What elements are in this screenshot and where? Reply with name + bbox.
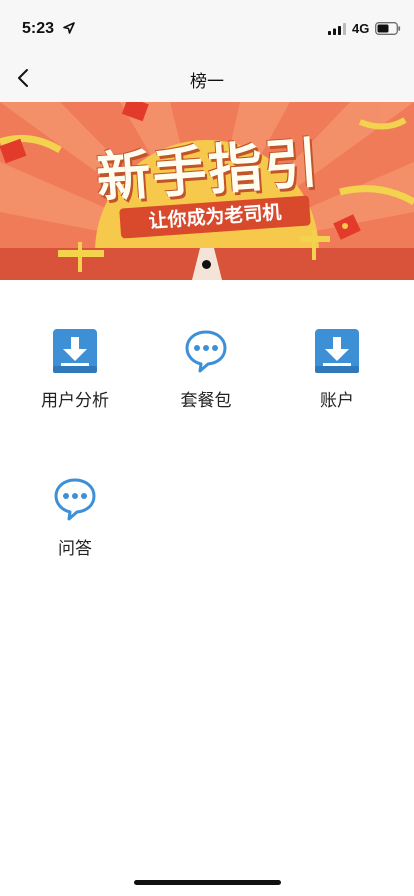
download-icon — [315, 329, 359, 373]
page-title: 榜一 — [190, 72, 224, 92]
location-arrow-icon — [63, 22, 75, 34]
menu-item-label: 用户分析 — [41, 391, 109, 411]
status-time: 5:23 — [22, 20, 55, 37]
battery-icon — [375, 22, 401, 35]
menu-item-account[interactable]: 账户 — [272, 328, 402, 428]
nav-bar: 榜一 — [0, 54, 414, 102]
home-indicator[interactable] — [134, 880, 281, 885]
carousel-page-indicator[interactable] — [202, 260, 211, 269]
menu-item-label: 问答 — [58, 539, 92, 559]
signal-bars-icon — [328, 23, 346, 35]
network-type: 4G — [352, 21, 370, 36]
download-icon — [53, 329, 97, 373]
chat-bubble-icon — [54, 478, 96, 521]
chat-bubble-icon — [185, 330, 227, 373]
menu-item-user-analysis[interactable]: 用户分析 — [10, 328, 140, 428]
menu-item-label: 套餐包 — [180, 391, 232, 411]
menu-item-label: 账户 — [320, 391, 354, 411]
status-bar: 5:23 4G — [0, 0, 414, 54]
menu-item-qa[interactable]: 问答 — [10, 476, 140, 576]
menu-item-package[interactable]: 套餐包 — [141, 328, 271, 428]
guide-banner[interactable]: 新手指引 让你成为老司机 — [0, 102, 414, 280]
